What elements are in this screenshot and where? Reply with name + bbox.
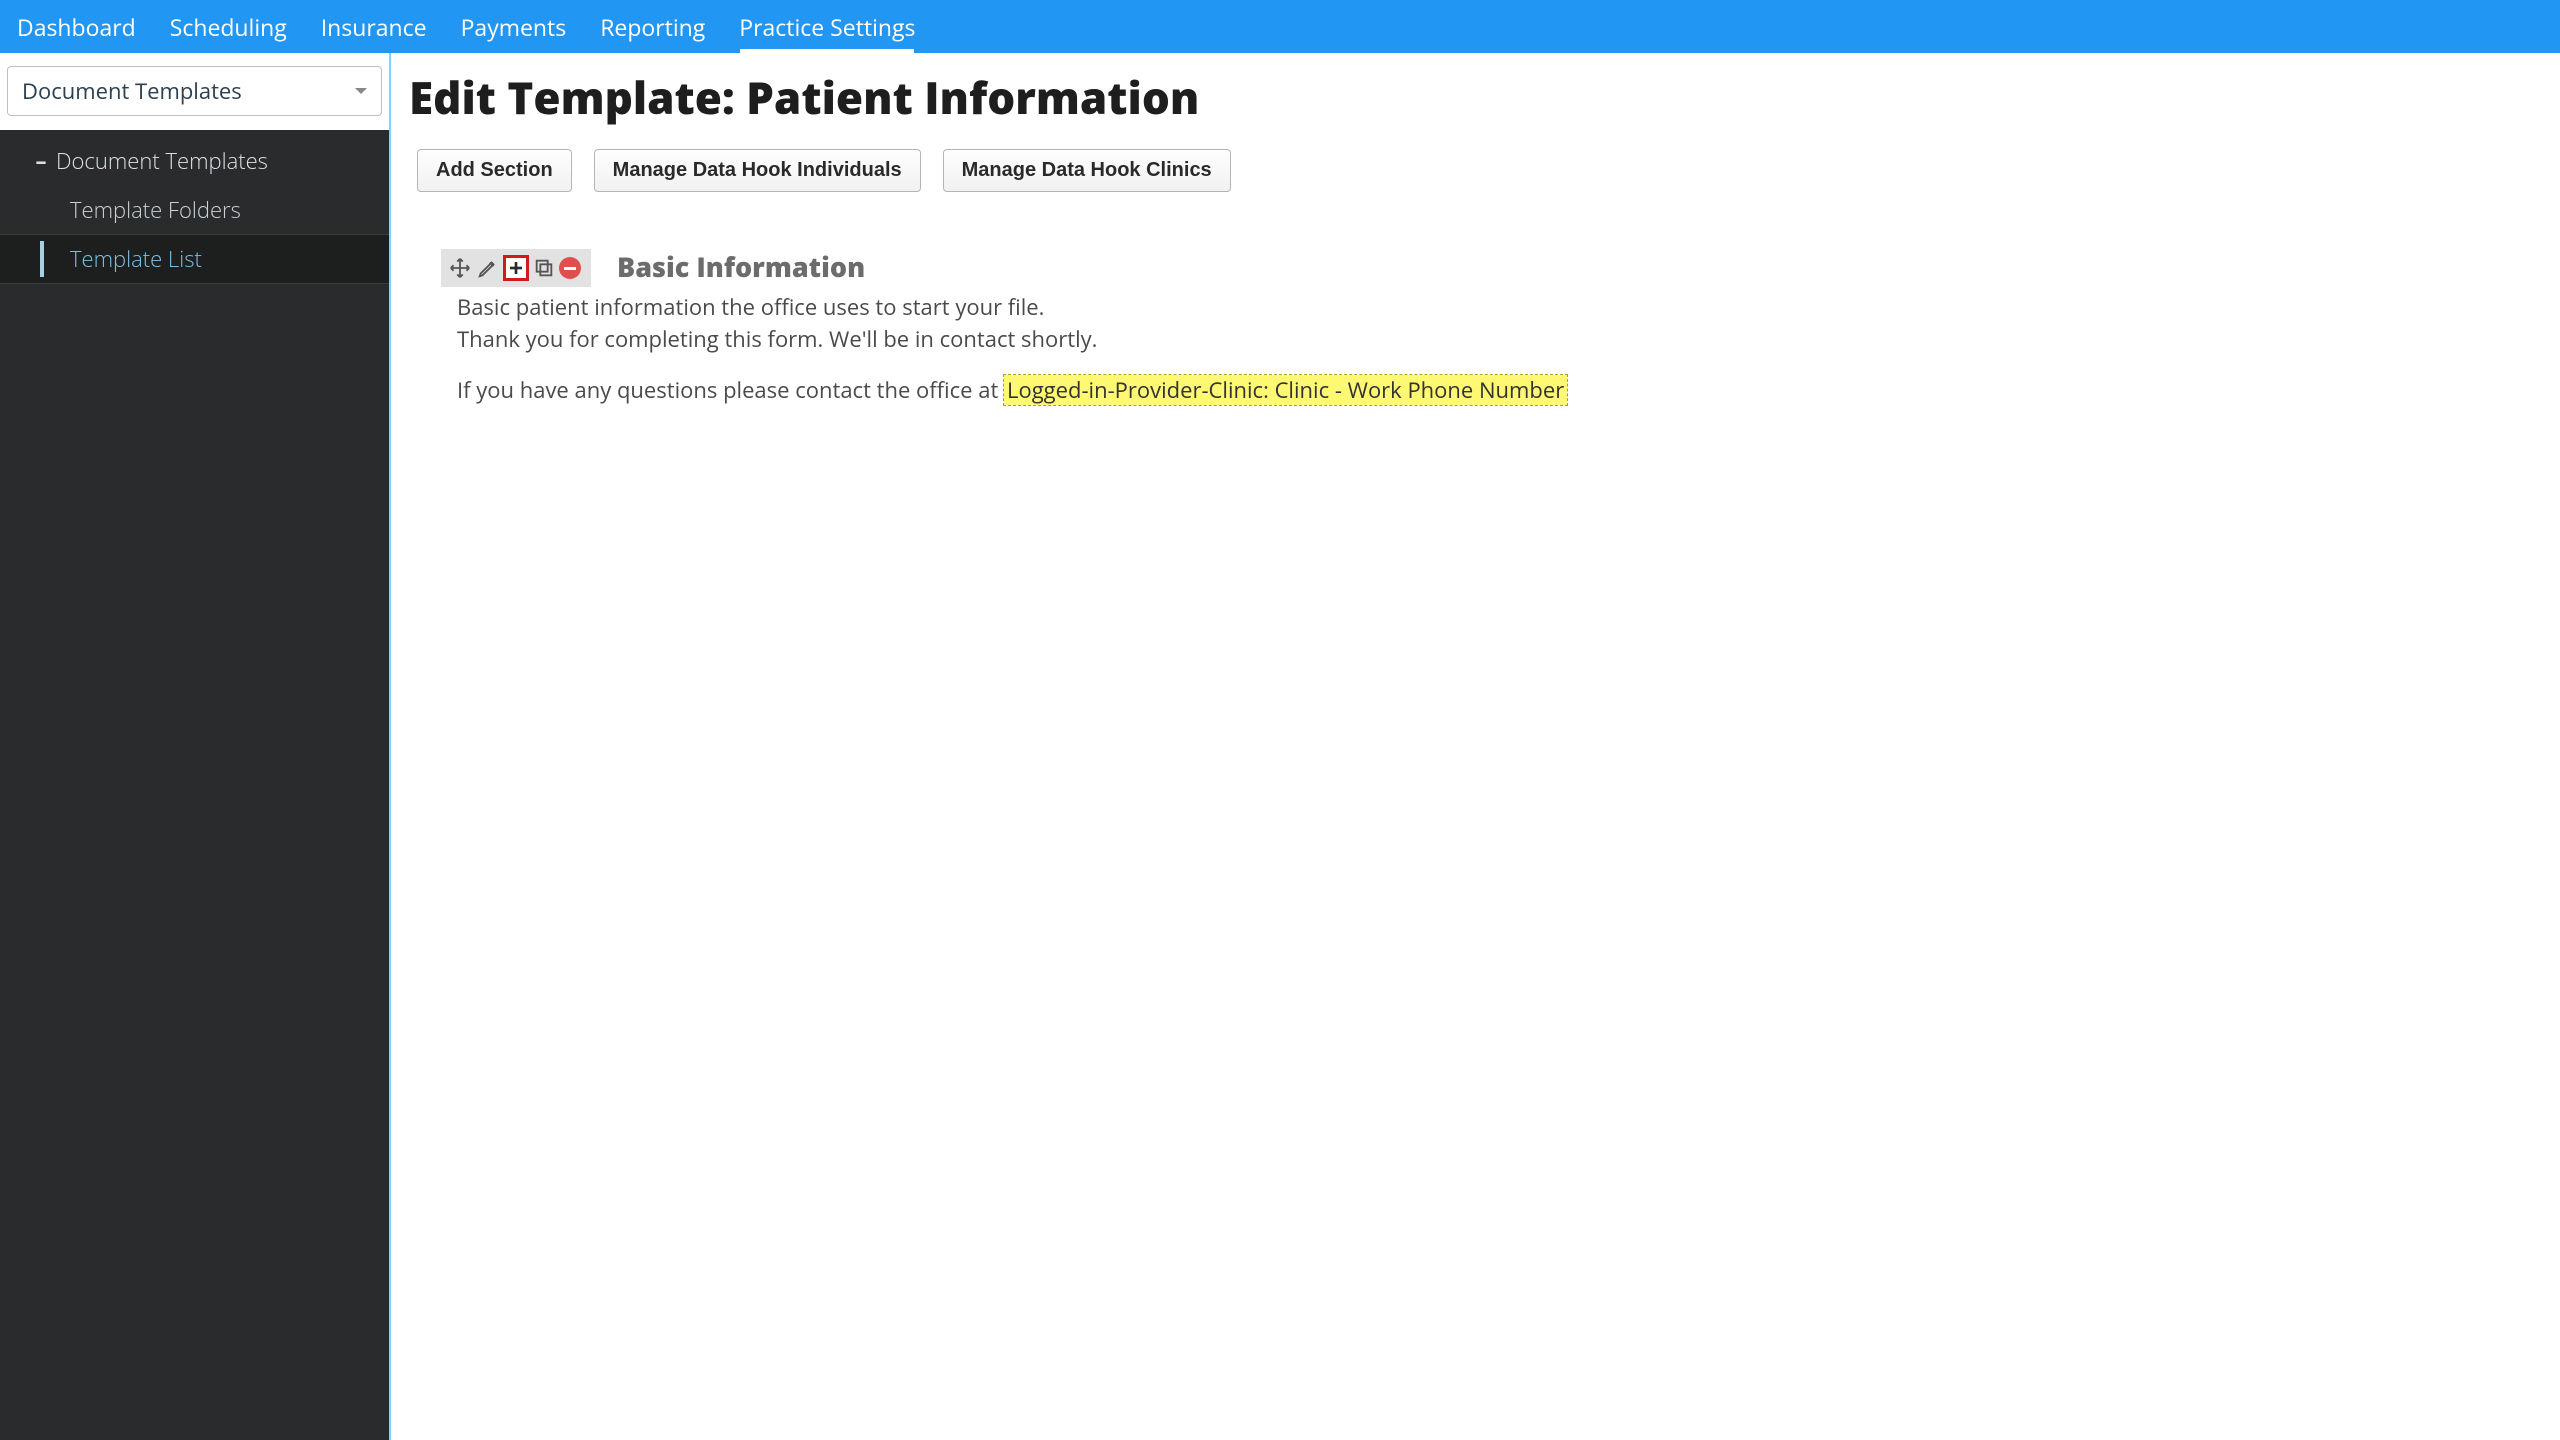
section-tool-strip [441,249,591,287]
section-text-line: If you have any questions please contact… [457,376,2544,406]
tab-label: Insurance [321,11,427,43]
top-nav: Dashboard Scheduling Insurance Payments … [0,0,2560,53]
section-text-line: Basic patient information the office use… [457,293,2544,323]
data-hook-token[interactable]: Logged-in-Provider-Clinic: Clinic - Work… [1004,375,1567,405]
template-section: Basic Information Basic patient informat… [441,248,2544,406]
sidebar-category-select[interactable]: Document Templates [7,66,382,116]
page-title: Edit Template: Patient Information [409,67,2560,127]
manage-data-hook-individuals-button[interactable]: Manage Data Hook Individuals [594,149,921,192]
copy-icon[interactable] [531,255,557,281]
edit-icon[interactable] [475,255,501,281]
tab-label: Payments [461,11,567,43]
template-toolbar: Add Section Manage Data Hook Individuals… [417,149,2560,192]
tab-dashboard[interactable]: Dashboard [0,0,153,53]
tree-item-label: Template Folders [70,195,241,225]
tab-insurance[interactable]: Insurance [304,0,444,53]
minus-icon[interactable] [559,257,581,279]
section-text-line: Thank you for completing this form. We'l… [457,325,2544,355]
tree-root-label: Document Templates [56,146,268,176]
tab-reporting[interactable]: Reporting [583,0,722,53]
section-text-prefix: If you have any questions please contact… [457,375,1004,405]
sidebar: Document Templates – Document Templates … [0,53,391,1440]
tab-scheduling[interactable]: Scheduling [153,0,304,53]
tree-root-document-templates[interactable]: – Document Templates [0,136,389,186]
tab-label: Dashboard [17,11,136,43]
tab-payments[interactable]: Payments [444,0,584,53]
tab-label: Reporting [600,11,705,43]
plus-icon[interactable] [503,255,529,281]
tab-practice-settings[interactable]: Practice Settings [722,0,932,53]
tree-item-template-list[interactable]: Template List [0,234,389,284]
sidebar-select-label: Document Templates [22,76,242,106]
chevron-down-icon [355,88,367,94]
move-icon[interactable] [447,255,473,281]
collapse-icon: – [34,146,48,176]
tab-label: Practice Settings [739,11,915,43]
sidebar-tree: – Document Templates Template Folders Te… [0,130,389,284]
section-body: Basic patient information the office use… [457,293,2544,406]
manage-data-hook-clinics-button[interactable]: Manage Data Hook Clinics [943,149,1231,192]
tree-item-template-folders[interactable]: Template Folders [0,186,389,234]
tree-item-label: Template List [70,244,202,274]
main-content: Edit Template: Patient Information Add S… [391,53,2560,1440]
tab-label: Scheduling [170,11,287,43]
add-section-button[interactable]: Add Section [417,149,572,192]
sidebar-header: Document Templates [0,53,389,130]
section-title: Basic Information [617,248,865,287]
